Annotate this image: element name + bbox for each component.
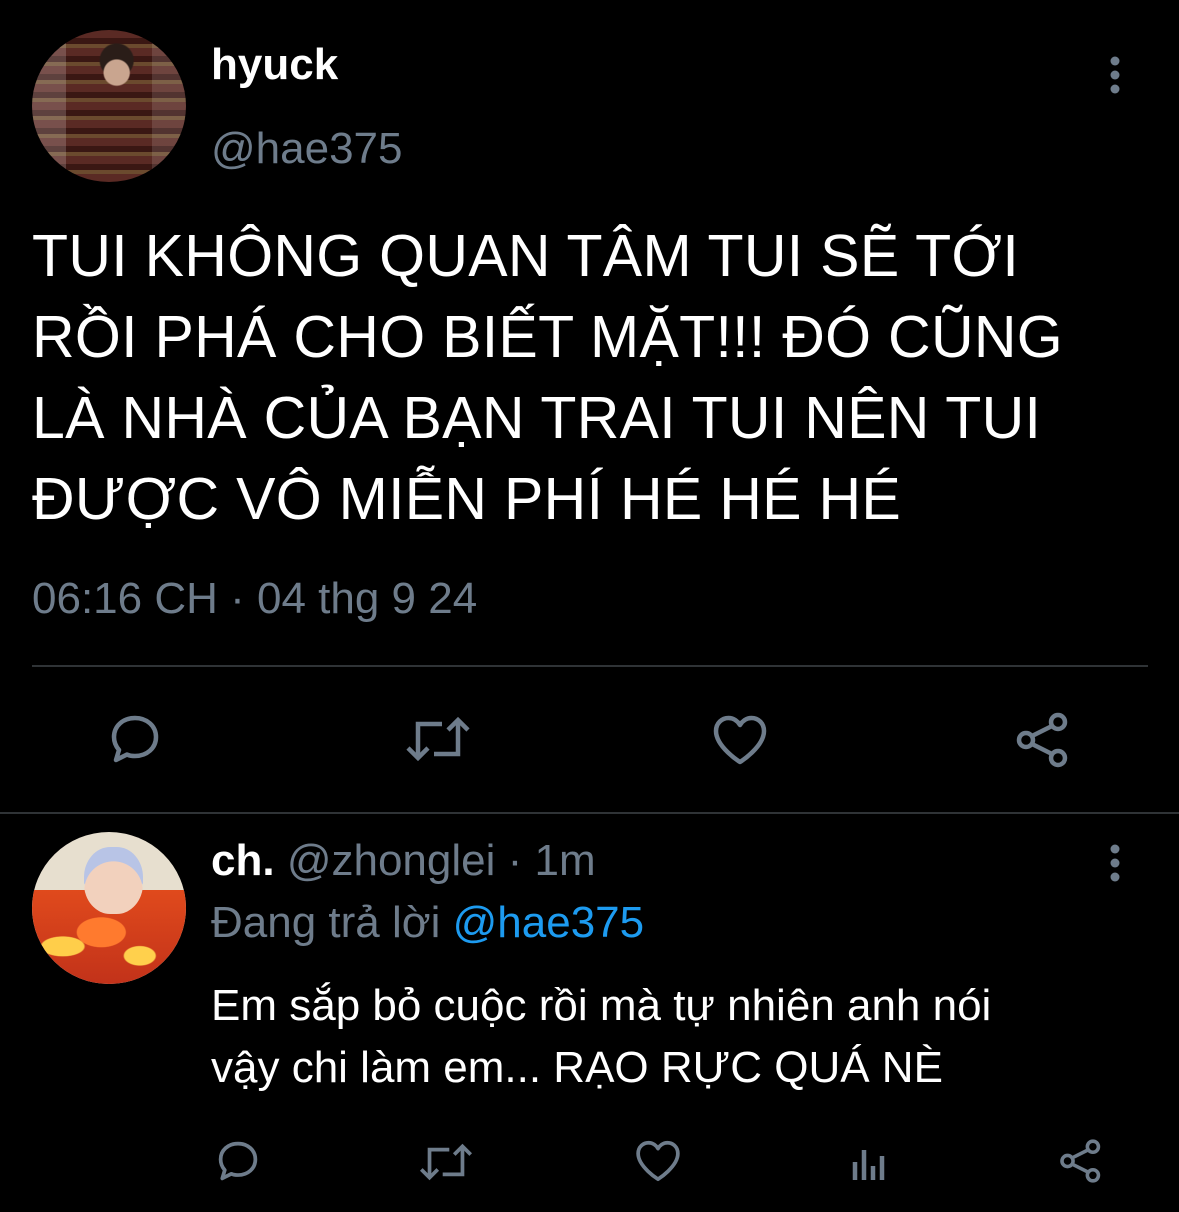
like-icon[interactable] [634, 1139, 682, 1183]
reply-time: · 1m [507, 836, 596, 885]
replying-to-label: Đang trả lời [211, 898, 441, 947]
divider [0, 812, 1179, 814]
reply-text: Em sắp bỏ cuộc rồi mà tự nhiên anh nói v… [211, 975, 1161, 1099]
retweet-icon[interactable] [418, 1141, 474, 1183]
tweet-text-line: LÀ NHÀ CỦA BẠN TRAI TUI NÊN TUI [32, 385, 1042, 451]
tweet-text-line: TUI KHÔNG QUAN TÂM TUI SẼ TỚI [32, 223, 1020, 289]
more-options-icon[interactable] [1105, 844, 1125, 884]
reply-display-name[interactable]: ch. [211, 836, 275, 885]
reply-header: ch. @zhonglei · 1m [211, 836, 596, 886]
share-icon[interactable] [1014, 712, 1072, 768]
like-icon[interactable] [711, 714, 769, 766]
tweet-text-line: RỒI PHÁ CHO BIẾT MẶT!!! ĐÓ CŨNG [32, 304, 1063, 370]
reply-author-avatar[interactable] [32, 832, 186, 984]
tweet-text-line: ĐƯỢC VÔ MIỄN PHÍ HÉ HÉ HÉ [32, 466, 902, 532]
author-display-name[interactable]: hyuck [211, 40, 338, 90]
reply-handle[interactable]: @zhonglei [287, 836, 496, 885]
replying-to: Đang trả lời @hae375 [211, 898, 644, 948]
reply-text-line: Em sắp bỏ cuộc rồi mà tự nhiên anh nói [211, 981, 992, 1030]
divider [32, 665, 1148, 667]
analytics-icon[interactable] [850, 1140, 890, 1182]
author-avatar[interactable] [32, 30, 186, 182]
reply-text-line: vậy chi làm em... RẠO RỰC QUÁ NÈ [211, 1043, 943, 1092]
reply-icon[interactable] [214, 1138, 262, 1184]
tweet-timestamp[interactable]: 06:16 CH · 04 thg 9 24 [32, 574, 477, 624]
author-handle[interactable]: @hae375 [211, 124, 403, 174]
reply-icon[interactable] [106, 712, 164, 766]
more-options-icon[interactable] [1105, 56, 1125, 96]
replying-to-link[interactable]: @hae375 [453, 898, 645, 947]
share-icon[interactable] [1058, 1138, 1104, 1184]
retweet-icon[interactable] [404, 714, 472, 764]
tweet-text: TUI KHÔNG QUAN TÂM TUI SẼ TỚI RỒI PHÁ CH… [32, 216, 1152, 540]
